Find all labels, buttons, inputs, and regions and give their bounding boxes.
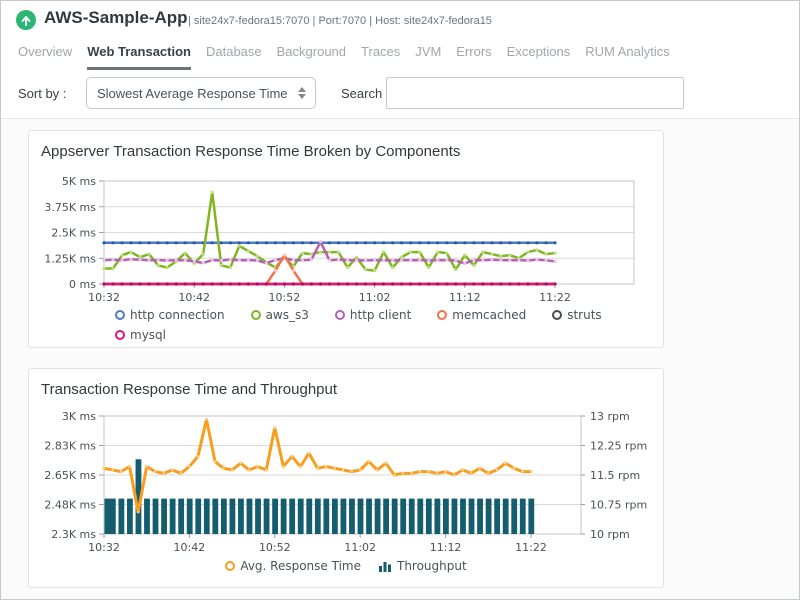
- tab-bar: Overview Web Transaction Database Backgroun…: [18, 44, 670, 70]
- svg-text:1.25K ms: 1.25K ms: [44, 252, 96, 265]
- sort-dropdown[interactable]: Slowest Average Response Time: [86, 77, 316, 109]
- app-health-icon: [16, 10, 36, 30]
- svg-text:10:42: 10:42: [178, 291, 210, 304]
- component-response-card: Appserver Transaction Response Time Brok…: [28, 130, 664, 348]
- tab-web-transaction[interactable]: Web Transaction: [87, 44, 191, 70]
- svg-text:3K ms: 3K ms: [62, 410, 96, 423]
- svg-text:10:52: 10:52: [269, 291, 301, 304]
- svg-text:10:32: 10:32: [88, 541, 120, 554]
- sort-by-label: Sort by :: [18, 86, 66, 101]
- app-subtitle: | site24x7-fedora15:7070 | Port:7070 | H…: [188, 15, 492, 27]
- tab-traces[interactable]: Traces: [361, 44, 400, 67]
- svg-text:2.5K ms: 2.5K ms: [51, 227, 96, 240]
- svg-text:2.48K ms: 2.48K ms: [44, 499, 96, 512]
- svg-text:11:12: 11:12: [430, 541, 462, 554]
- legend-item-avg-response-time[interactable]: Avg. Response Time: [225, 559, 361, 573]
- legend-label: http connection: [130, 308, 225, 322]
- legend-item-mysql[interactable]: mysql: [115, 328, 166, 342]
- svg-text:2.83K ms: 2.83K ms: [44, 440, 96, 453]
- legend-label: struts: [567, 308, 601, 322]
- svg-text:11:02: 11:02: [359, 291, 391, 304]
- throughput-card: Transaction Response Time and Throughput…: [28, 368, 664, 588]
- component-chart-legend: http connection aws_s3 http client memcache…: [115, 308, 605, 342]
- tab-errors[interactable]: Errors: [456, 44, 491, 67]
- svg-text:12.25 rpm: 12.25 rpm: [590, 440, 647, 453]
- search-input[interactable]: [386, 77, 684, 109]
- legend-label: mysql: [130, 328, 166, 342]
- sort-dropdown-value: Slowest Average Response Time: [87, 78, 315, 101]
- svg-text:5K ms: 5K ms: [62, 175, 96, 188]
- svg-text:11:22: 11:22: [539, 291, 571, 304]
- legend-item-aws_s3[interactable]: aws_s3: [251, 308, 309, 322]
- legend-ring-icon: [437, 310, 447, 320]
- svg-text:11:12: 11:12: [449, 291, 481, 304]
- legend-item-http-connection[interactable]: http connection: [115, 308, 225, 322]
- legend-label: memcached: [452, 308, 526, 322]
- legend-item-memcached[interactable]: memcached: [437, 308, 526, 322]
- legend-ring-icon: [115, 330, 125, 340]
- legend-item-struts[interactable]: struts: [552, 308, 601, 322]
- svg-text:10 rpm: 10 rpm: [590, 528, 630, 541]
- svg-text:11:02: 11:02: [344, 541, 376, 554]
- legend-ring-icon: [251, 310, 261, 320]
- tab-overview[interactable]: Overview: [18, 44, 72, 67]
- legend-label: aws_s3: [266, 308, 309, 322]
- tab-rum-analytics[interactable]: RUM Analytics: [585, 44, 670, 67]
- svg-text:10:42: 10:42: [174, 541, 206, 554]
- svg-text:11:22: 11:22: [515, 541, 547, 554]
- legend-item-throughput[interactable]: Throughput: [379, 559, 467, 573]
- app-title: AWS-Sample-App: [44, 8, 188, 28]
- tab-background[interactable]: Background: [277, 44, 346, 67]
- svg-text:10.75 rpm: 10.75 rpm: [590, 499, 647, 512]
- throughput-chart-legend: Avg. Response Time Throughput: [29, 559, 663, 573]
- svg-text:0 ms: 0 ms: [69, 278, 96, 291]
- svg-text:10:52: 10:52: [259, 541, 291, 554]
- svg-text:13 rpm: 13 rpm: [590, 410, 630, 423]
- throughput-chart: 3K ms 2.83K ms 2.65K ms 2.48K ms 2.3K ms10:3…: [29, 369, 665, 589]
- legend-ring-icon: [552, 310, 562, 320]
- toolbar-divider: [1, 118, 799, 119]
- legend-ring-icon: [335, 310, 345, 320]
- dropdown-caret-icon: [298, 87, 306, 99]
- search-label: Search: [341, 86, 382, 101]
- legend-label: Avg. Response Time: [240, 559, 361, 573]
- tab-jvm[interactable]: JVM: [415, 44, 441, 67]
- legend-ring-icon: [225, 561, 235, 571]
- tab-database[interactable]: Database: [206, 44, 262, 67]
- svg-text:3.75K ms: 3.75K ms: [44, 201, 96, 214]
- legend-bars-icon: [379, 560, 392, 572]
- legend-ring-icon: [115, 310, 125, 320]
- svg-text:2.3K ms: 2.3K ms: [51, 528, 96, 541]
- legend-label: Throughput: [397, 559, 467, 573]
- svg-text:11.5 rpm: 11.5 rpm: [590, 469, 640, 482]
- svg-text:2.65K ms: 2.65K ms: [44, 469, 96, 482]
- svg-text:10:32: 10:32: [88, 291, 120, 304]
- legend-label: http client: [350, 308, 411, 322]
- legend-item-http-client[interactable]: http client: [335, 308, 411, 322]
- tab-exceptions[interactable]: Exceptions: [507, 44, 571, 67]
